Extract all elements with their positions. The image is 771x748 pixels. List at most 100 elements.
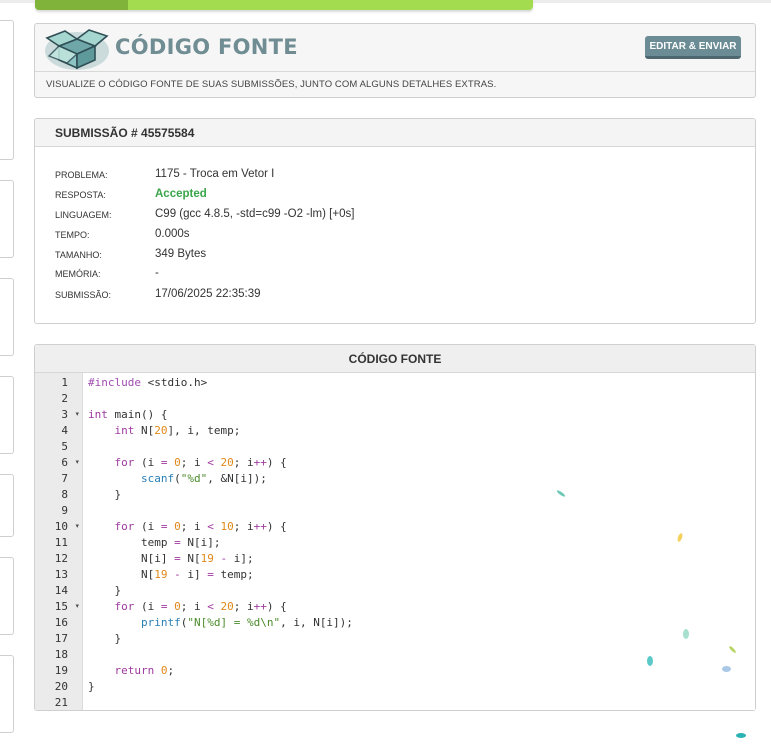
code-line-text: for (i = 0; i < 20; i++) { bbox=[114, 600, 287, 613]
detail-value: 0.000s bbox=[155, 228, 190, 240]
code-line[interactable]: scanf("%d", &N[i]); bbox=[84, 471, 755, 487]
detail-label: LINGUAGEM: bbox=[55, 210, 112, 220]
line-number: 10 bbox=[54, 520, 68, 533]
problem-link[interactable]: 1175 - Troca em Vetor I bbox=[155, 168, 274, 180]
code-line-text: N[19 - i] = temp; bbox=[88, 568, 254, 581]
code-editor[interactable]: #include <stdio.h> int main() { int N[20]… bbox=[84, 373, 755, 710]
page-subtitle: VISUALIZE O CÓDIGO FONTE DE SUAS SUBMISS… bbox=[46, 79, 497, 90]
sidebar-card[interactable] bbox=[0, 655, 14, 733]
code-line-text: scanf("%d", &N[i]); bbox=[140, 472, 267, 485]
code-line-text: } bbox=[88, 680, 95, 693]
code-line[interactable]: for (i = 0; i < 20; i++) { bbox=[84, 599, 755, 615]
code-line[interactable]: N[19 - i] = temp; bbox=[84, 567, 755, 583]
line-number: 5 bbox=[61, 440, 68, 453]
fold-toggle-icon[interactable]: ▾ bbox=[75, 599, 79, 615]
sidebar-card[interactable] bbox=[0, 20, 14, 160]
line-number: 15 bbox=[54, 600, 68, 613]
line-number: 18 bbox=[54, 648, 68, 661]
code-line[interactable] bbox=[84, 391, 755, 407]
code-line[interactable] bbox=[84, 647, 755, 663]
code-line[interactable]: } bbox=[84, 583, 755, 599]
panel-header: SUBMISSÃO # 45575584 bbox=[35, 119, 755, 147]
code-line[interactable] bbox=[84, 695, 755, 711]
fold-toggle-icon[interactable]: ▾ bbox=[75, 407, 79, 423]
code-line-text: printf("N[%d] = %d\n", i, N[i]); bbox=[140, 616, 353, 629]
code-line-text: return 0; bbox=[114, 664, 175, 677]
code-line[interactable] bbox=[84, 503, 755, 519]
line-number: 21 bbox=[54, 696, 68, 709]
code-line-text: } bbox=[88, 488, 122, 501]
detail-label: MEMÓRIA: bbox=[55, 269, 101, 279]
detail-label: RESPOSTA: bbox=[55, 190, 106, 200]
line-number: 2 bbox=[61, 392, 68, 405]
sidebar-card[interactable] bbox=[0, 557, 14, 635]
code-line[interactable]: #include <stdio.h> bbox=[84, 375, 755, 391]
line-number: 20 bbox=[54, 680, 68, 693]
code-line[interactable]: printf("N[%d] = %d\n", i, N[i]); bbox=[84, 615, 755, 631]
detail-value: 17/06/2025 22:35:39 bbox=[155, 288, 261, 300]
line-number: 1 bbox=[61, 376, 68, 389]
code-line-text: int N[20], i, temp; bbox=[114, 424, 241, 437]
detail-value: 349 Bytes bbox=[155, 248, 207, 260]
line-number: 4 bbox=[61, 424, 68, 437]
top-navigation-tab[interactable] bbox=[35, 0, 533, 10]
code-line-text: for (i = 0; i < 20; i++) { bbox=[114, 456, 287, 469]
line-number: 11 bbox=[54, 536, 68, 549]
code-line-text: for (i = 0; i < 10; i++) { bbox=[114, 520, 287, 533]
confetti-decoration bbox=[736, 733, 746, 738]
confetti-decoration bbox=[683, 629, 689, 639]
active-tab-segment[interactable] bbox=[35, 0, 128, 10]
edit-and-submit-button[interactable]: EDITAR & ENVIAR bbox=[645, 36, 741, 59]
status-badge: Accepted bbox=[155, 188, 207, 200]
sidebar-card[interactable] bbox=[0, 376, 14, 454]
line-number: 19 bbox=[54, 664, 68, 677]
code-line[interactable]: temp = N[i]; bbox=[84, 535, 755, 551]
code-line[interactable]: for (i = 0; i < 20; i++) { bbox=[84, 455, 755, 471]
sidebar-card[interactable] bbox=[0, 180, 14, 258]
submission-title: SUBMISSÃO # 45575584 bbox=[55, 126, 195, 140]
line-number: 14 bbox=[54, 584, 68, 597]
sidebar-card[interactable] bbox=[0, 474, 14, 537]
detail-label: PROBLEMA: bbox=[55, 170, 108, 180]
code-line[interactable]: for (i = 0; i < 10; i++) { bbox=[84, 519, 755, 535]
detail-label: TEMPO: bbox=[55, 230, 90, 240]
line-number: 7 bbox=[61, 472, 68, 485]
code-line-text: } bbox=[88, 584, 122, 597]
line-number: 16 bbox=[54, 616, 68, 629]
line-number: 12 bbox=[54, 552, 68, 565]
code-line-text: N[i] = N[19 - i]; bbox=[88, 552, 254, 565]
line-number: 6 bbox=[61, 456, 68, 469]
code-line-text: } bbox=[88, 632, 122, 645]
line-number: 3 bbox=[61, 408, 68, 421]
code-line[interactable] bbox=[84, 439, 755, 455]
confetti-decoration bbox=[647, 656, 653, 666]
line-number: 9 bbox=[61, 504, 68, 517]
divider bbox=[35, 71, 755, 72]
code-line[interactable]: } bbox=[84, 487, 755, 503]
detail-value: C99 (gcc 4.8.5, -std=c99 -O2 -lm) [+0s] bbox=[155, 208, 355, 220]
panel-header: CÓDIGO FONTE bbox=[35, 345, 755, 373]
code-panel-title: CÓDIGO FONTE bbox=[348, 352, 442, 366]
fold-toggle-icon[interactable]: ▾ bbox=[75, 519, 79, 535]
line-number: 17 bbox=[54, 632, 68, 645]
open-box-icon bbox=[45, 29, 109, 70]
line-number: 13 bbox=[54, 568, 68, 581]
code-line[interactable]: return 0; bbox=[84, 663, 755, 679]
code-line[interactable]: } bbox=[84, 679, 755, 695]
page-title: CÓDIGO FONTE bbox=[115, 35, 298, 59]
sidebar-card[interactable] bbox=[0, 278, 14, 356]
detail-label: SUBMISSÃO: bbox=[55, 290, 112, 300]
code-line-text: int main() { bbox=[88, 408, 168, 421]
code-line[interactable]: int main() { bbox=[84, 407, 755, 423]
code-line[interactable]: } bbox=[84, 631, 755, 647]
page-header: CÓDIGO FONTE EDITAR & ENVIAR VISUALIZE O… bbox=[34, 23, 756, 98]
code-line[interactable]: N[i] = N[19 - i]; bbox=[84, 551, 755, 567]
submission-details-panel: SUBMISSÃO # 45575584 PROBLEMA: 1175 - Tr… bbox=[34, 118, 756, 324]
detail-value: - bbox=[155, 267, 159, 279]
confetti-decoration bbox=[722, 666, 731, 672]
detail-label: TAMANHO: bbox=[55, 250, 102, 260]
code-line[interactable]: int N[20], i, temp; bbox=[84, 423, 755, 439]
fold-toggle-icon[interactable]: ▾ bbox=[75, 455, 79, 471]
code-line-text: temp = N[i]; bbox=[88, 536, 221, 549]
code-line-text: #include <stdio.h> bbox=[88, 376, 208, 389]
